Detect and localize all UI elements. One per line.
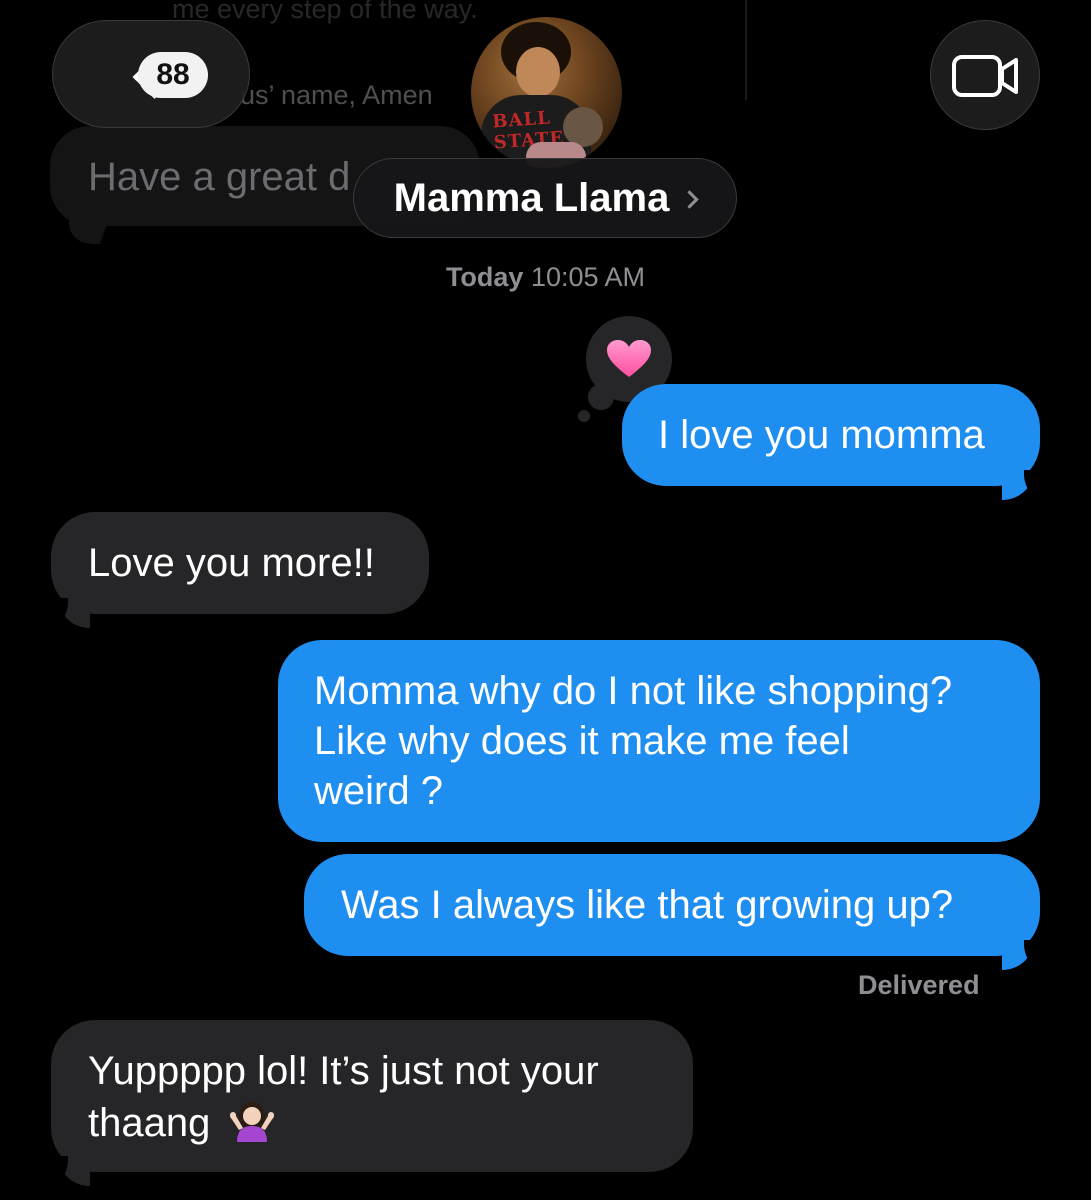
sent-message[interactable]: I love you momma bbox=[622, 384, 1040, 486]
background-bubble-text: Have a great d bbox=[88, 155, 351, 199]
sent-message[interactable]: Momma why do I not like shopping? Like w… bbox=[278, 640, 1040, 842]
background-message-text: us’ name, Amen bbox=[240, 80, 433, 110]
unread-count-badge: 88 bbox=[138, 52, 208, 98]
heart-icon bbox=[607, 340, 651, 377]
message-text-line: weird ? bbox=[314, 769, 443, 813]
timestamp-time: 10:05 AM bbox=[530, 262, 646, 292]
contact-name-button[interactable]: Mamma Llama bbox=[353, 158, 737, 238]
reaction-bubble-dot bbox=[578, 410, 590, 422]
contact-name: Mamma Llama bbox=[393, 175, 670, 220]
message-text: I love you momma bbox=[658, 413, 985, 457]
received-message[interactable]: Yuppppp lol! It’s just not your thaang bbox=[51, 1020, 693, 1172]
message-text-line: Yuppppp lol! It’s just not your bbox=[88, 1049, 599, 1093]
message-text: Love you more!! bbox=[88, 541, 375, 585]
received-bubble-tail bbox=[44, 598, 90, 628]
sent-bubble-tail bbox=[1002, 470, 1048, 500]
message-text-line: Momma why do I not like shopping? bbox=[314, 669, 953, 713]
delivery-status: Delivered bbox=[858, 970, 980, 1000]
thread-timestamp: Today 10:05 AM bbox=[0, 262, 1091, 293]
received-message[interactable]: Love you more!! bbox=[51, 512, 429, 614]
message-text: Was I always like that growing up? bbox=[341, 883, 954, 927]
message-text-line: Like why does it make me feel bbox=[314, 719, 850, 763]
reaction-bubble-dot bbox=[588, 384, 614, 410]
background-message-text: me every step of the way. bbox=[172, 0, 478, 24]
timestamp-day: Today bbox=[445, 262, 524, 292]
contact-avatar[interactable]: BALL STATE bbox=[471, 17, 622, 168]
chevron-right-icon bbox=[680, 189, 700, 209]
video-camera-icon bbox=[952, 55, 1018, 97]
facetime-video-button[interactable] bbox=[930, 20, 1040, 130]
message-text-line: thaang bbox=[88, 1101, 211, 1145]
background-divider bbox=[745, 0, 747, 100]
woman-shrugging-icon bbox=[230, 1102, 275, 1142]
sent-bubble-tail bbox=[1002, 940, 1048, 970]
sent-message[interactable]: Was I always like that growing up? bbox=[304, 854, 1040, 956]
received-bubble-tail bbox=[44, 1156, 90, 1186]
